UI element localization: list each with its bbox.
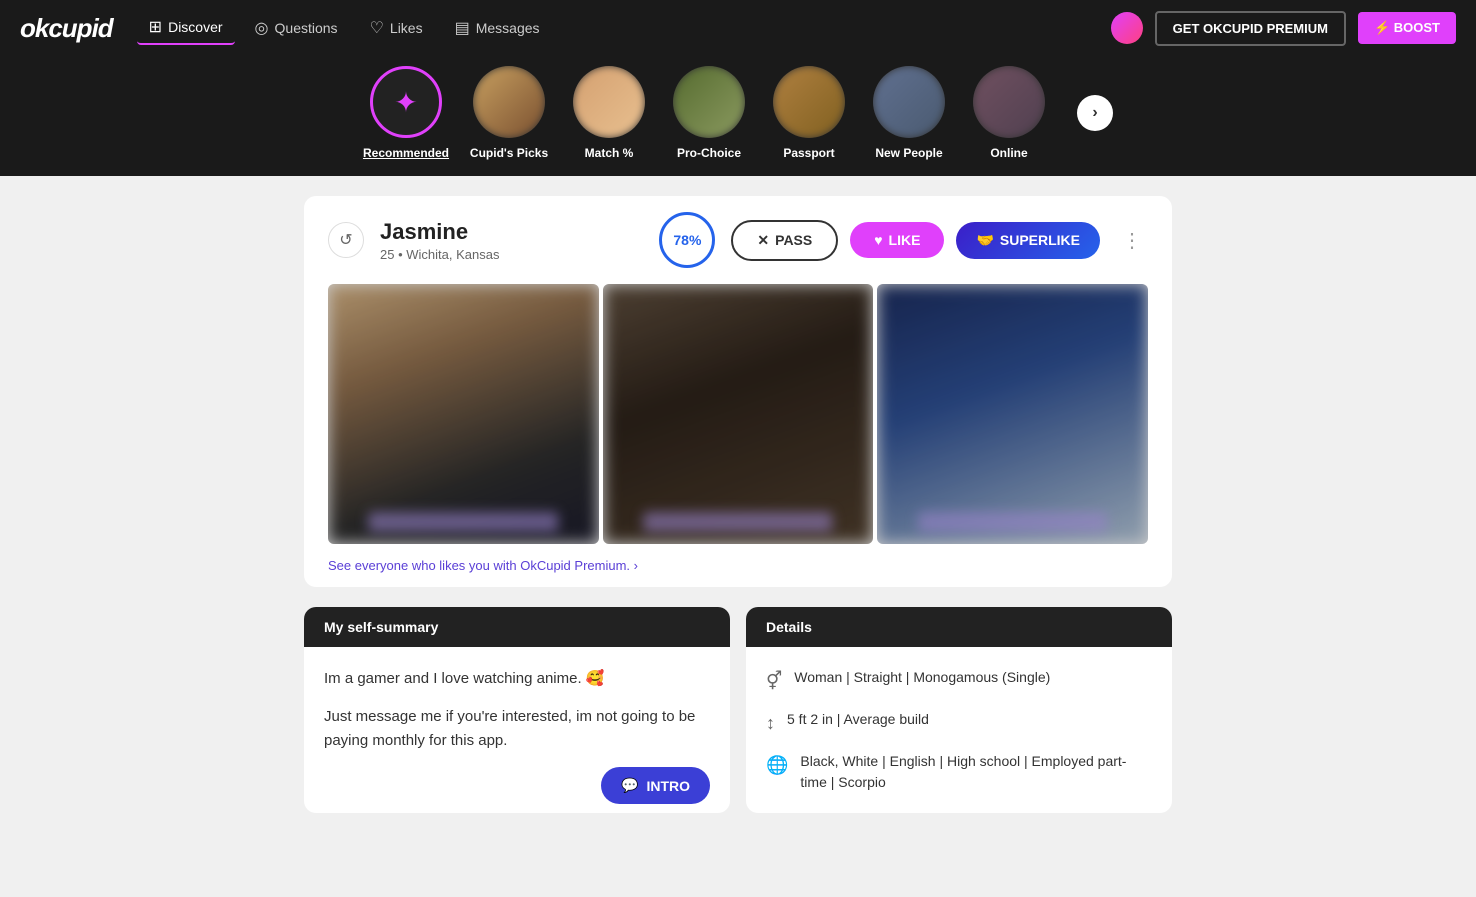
superlike-icon: 🤝 — [976, 232, 993, 249]
cupids-photo — [473, 66, 545, 138]
nav-discover[interactable]: ⊞ Discover — [137, 11, 235, 45]
cupids-label: Cupid's Picks — [470, 146, 548, 160]
premium-button[interactable]: GET OKCUPID PREMIUM — [1155, 11, 1346, 46]
passport-thumb — [773, 66, 845, 138]
pro-choice-label: Pro-Choice — [677, 146, 741, 160]
messages-icon: ▤ — [455, 18, 470, 38]
pro-choice-thumb — [673, 66, 745, 138]
details-list: ⚥ Woman | Straight | Monogamous (Single)… — [766, 667, 1152, 793]
self-summary-header: My self-summary — [304, 607, 730, 647]
nav-messages[interactable]: ▤ Messages — [443, 12, 552, 44]
boost-button[interactable]: ⚡ BOOST — [1358, 12, 1456, 44]
undo-button[interactable]: ↺ — [328, 222, 364, 258]
nav-links: ⊞ Discover ◎ Questions ♡ Likes ▤ Message… — [137, 11, 1087, 45]
photo-grid — [304, 284, 1172, 544]
photo-tile-2[interactable] — [603, 284, 874, 544]
height-icon: ↕ — [766, 710, 775, 737]
detail-item-0: ⚥ Woman | Straight | Monogamous (Single) — [766, 667, 1152, 695]
pro-choice-photo — [673, 66, 745, 138]
category-match[interactable]: Match % — [569, 66, 649, 160]
nav-questions[interactable]: ◎ Questions — [243, 12, 350, 44]
photo-blur-1 — [369, 512, 558, 532]
cupids-thumb — [473, 66, 545, 138]
new-people-photo — [873, 66, 945, 138]
profile-sublocation: 25 • Wichita, Kansas — [380, 247, 643, 262]
like-heart-icon: ♥ — [874, 232, 882, 248]
profile-card: ↺ Jasmine 25 • Wichita, Kansas 78% ✕ PAS… — [304, 196, 1172, 587]
online-photo — [973, 66, 1045, 138]
globe-icon: 🌐 — [766, 752, 788, 779]
like-button[interactable]: ♥ LIKE — [850, 222, 944, 258]
likes-icon: ♡ — [370, 18, 384, 38]
photo-blur-2 — [643, 512, 832, 532]
photo-blur-3 — [918, 512, 1107, 532]
navbar: okcupid ⊞ Discover ◎ Questions ♡ Likes ▤… — [0, 0, 1476, 56]
navbar-right: GET OKCUPID PREMIUM ⚡ BOOST — [1111, 11, 1456, 46]
pass-x-icon: ✕ — [757, 232, 769, 249]
profile-sections: My self-summary Im a gamer and I love wa… — [304, 607, 1172, 813]
match-thumb — [573, 66, 645, 138]
self-summary-body: Im a gamer and I love watching anime. 🥰 … — [304, 647, 730, 787]
details-body: ⚥ Woman | Straight | Monogamous (Single)… — [746, 647, 1172, 813]
details-header: Details — [746, 607, 1172, 647]
photo-tile-3[interactable] — [877, 284, 1148, 544]
online-thumb — [973, 66, 1045, 138]
match-label: Match % — [585, 146, 634, 160]
profile-info: Jasmine 25 • Wichita, Kansas — [380, 219, 643, 262]
new-people-thumb — [873, 66, 945, 138]
online-label: Online — [990, 146, 1027, 160]
category-passport[interactable]: Passport — [769, 66, 849, 160]
questions-icon: ◎ — [255, 18, 269, 38]
summary-text-1: Im a gamer and I love watching anime. 🥰 — [324, 667, 710, 691]
category-recommended[interactable]: ✦ Recommended — [363, 66, 449, 160]
photo-2 — [603, 284, 874, 544]
intro-button[interactable]: 💬 INTRO — [601, 767, 710, 804]
nav-likes[interactable]: ♡ Likes — [358, 12, 435, 44]
photo-3 — [877, 284, 1148, 544]
category-cupids-picks[interactable]: Cupid's Picks — [469, 66, 549, 160]
category-bar: ✦ Recommended Cupid's Picks Match % Pro-… — [0, 56, 1476, 176]
match-circle: 78% — [659, 212, 715, 268]
logo[interactable]: okcupid — [20, 13, 113, 44]
discover-icon: ⊞ — [149, 17, 162, 37]
superlike-button[interactable]: 🤝 SUPERLIKE — [956, 222, 1100, 259]
recommended-label: Recommended — [363, 146, 449, 160]
pass-button[interactable]: ✕ PASS — [731, 220, 838, 261]
summary-text-2: Just message me if you're interested, im… — [324, 705, 710, 753]
self-summary-card: My self-summary Im a gamer and I love wa… — [304, 607, 730, 813]
details-card: Details ⚥ Woman | Straight | Monogamous … — [746, 607, 1172, 813]
category-next-button[interactable]: › — [1077, 95, 1113, 131]
premium-prompt[interactable]: See everyone who likes you with OkCupid … — [304, 544, 1172, 587]
detail-item-1: ↕ 5 ft 2 in | Average build — [766, 709, 1152, 737]
photo-tile-1[interactable] — [328, 284, 599, 544]
category-online[interactable]: Online — [969, 66, 1049, 160]
intro-chat-icon: 💬 — [621, 777, 638, 794]
profile-header: ↺ Jasmine 25 • Wichita, Kansas 78% ✕ PAS… — [304, 196, 1172, 284]
recommended-icon: ✦ — [394, 86, 417, 119]
gender-icon: ⚥ — [766, 668, 782, 695]
category-new-people[interactable]: New People — [869, 66, 949, 160]
profile-name: Jasmine — [380, 219, 643, 245]
user-avatar[interactable] — [1111, 12, 1143, 44]
match-photo — [573, 66, 645, 138]
recommended-thumb: ✦ — [370, 66, 442, 138]
new-people-label: New People — [875, 146, 942, 160]
category-pro-choice[interactable]: Pro-Choice — [669, 66, 749, 160]
detail-item-2: 🌐 Black, White | English | High school |… — [766, 751, 1152, 793]
action-buttons: ✕ PASS ♥ LIKE 🤝 SUPERLIKE — [731, 220, 1100, 261]
passport-label: Passport — [783, 146, 834, 160]
main-content: ↺ Jasmine 25 • Wichita, Kansas 78% ✕ PAS… — [288, 196, 1188, 813]
more-options-button[interactable]: ⋮ — [1116, 224, 1148, 256]
photo-1 — [328, 284, 599, 544]
passport-photo — [773, 66, 845, 138]
